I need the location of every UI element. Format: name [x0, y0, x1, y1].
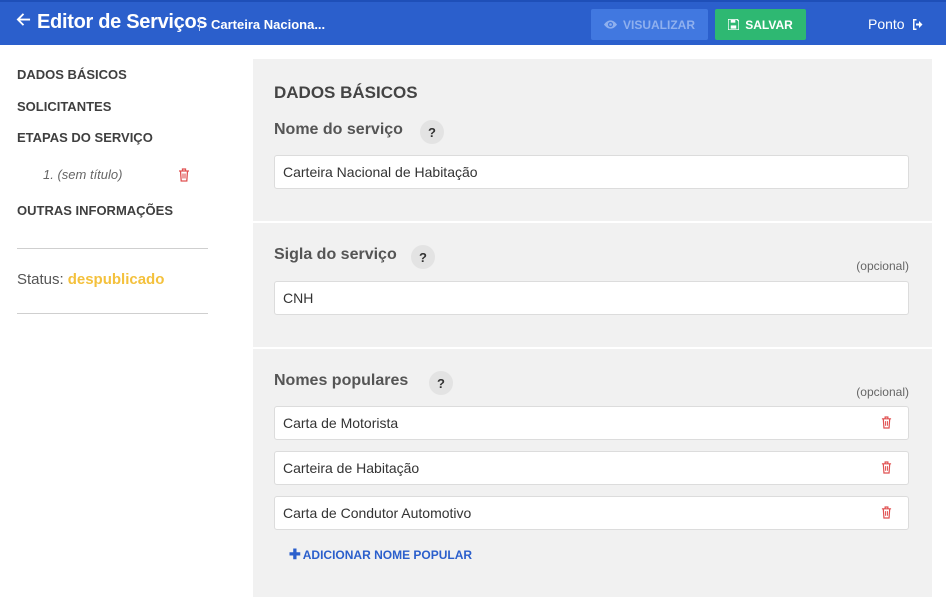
page-title: Editor de Serviços — [37, 11, 208, 33]
service-name-label: Nome do serviço — [274, 121, 403, 138]
floppy-disk-icon — [728, 19, 740, 30]
acronym-panel: Sigla do serviço ? (opcional) — [253, 223, 932, 347]
sidebar-divider — [17, 313, 208, 314]
status-label: Status: — [17, 271, 64, 288]
trash-icon[interactable] — [881, 416, 892, 434]
sign-out-icon — [912, 18, 923, 30]
visualize-label: Visualizar — [623, 17, 695, 32]
trash-icon[interactable] — [881, 461, 892, 479]
acronym-label: Sigla do serviço — [274, 246, 397, 263]
top-bar: Editor de Serviços Carteira Naciona... V… — [0, 0, 946, 45]
popular-name-input[interactable] — [274, 496, 909, 530]
status-line: Status: despublicado — [17, 271, 164, 288]
sidebar-divider — [17, 248, 208, 249]
sidebar-item-etapas[interactable]: ETAPAS DO SERVIÇO — [17, 130, 153, 145]
document-name: Carteira Naciona... — [211, 17, 326, 32]
list-item — [274, 451, 909, 485]
popular-name-input[interactable] — [274, 406, 909, 440]
arrow-left-icon — [16, 13, 31, 26]
add-popular-name-button[interactable]: ✚ ADICIONAR NOME POPULAR — [289, 546, 472, 563]
popular-names-panel: Nomes populares ? (opcional) ✚ ADICIONAR… — [253, 349, 932, 597]
popular-name-input[interactable] — [274, 451, 909, 485]
save-label: Salvar — [745, 17, 793, 32]
help-icon[interactable]: ? — [429, 371, 453, 395]
title-divider — [199, 17, 200, 31]
help-icon[interactable]: ? — [411, 245, 435, 269]
back-button[interactable] — [16, 12, 37, 27]
status-badge: despublicado — [67, 271, 165, 288]
eye-icon — [604, 20, 617, 29]
sidebar-item-solicitantes[interactable]: SOLICITANTES — [17, 99, 111, 114]
sidebar-item-dados-basicos[interactable]: DADOS BÁSICOS — [17, 67, 127, 82]
help-icon[interactable]: ? — [420, 120, 444, 144]
trash-icon[interactable] — [178, 168, 190, 187]
list-item — [274, 496, 909, 530]
optional-label: (opcional) — [856, 259, 909, 273]
user-logout[interactable]: Ponto — [868, 16, 924, 32]
service-name-input[interactable] — [274, 155, 909, 189]
plus-icon: ✚ — [289, 546, 301, 562]
optional-label: (opcional) — [856, 385, 909, 399]
add-popular-name-label: ADICIONAR NOME POPULAR — [302, 547, 473, 562]
sidebar-step-item[interactable]: 1. (sem título) — [43, 167, 122, 182]
acronym-input[interactable] — [274, 281, 909, 315]
list-item — [274, 406, 909, 440]
service-name-panel: DADOS BÁSICOS Nome do serviço ? — [253, 59, 932, 221]
save-button[interactable]: Salvar — [715, 9, 806, 40]
visualize-button[interactable]: Visualizar — [591, 9, 708, 40]
popular-names-label: Nomes populares — [274, 372, 409, 389]
trash-icon[interactable] — [881, 506, 892, 524]
sidebar-item-outras-informacoes[interactable]: OUTRAS INFORMAÇÕES — [17, 203, 173, 218]
section-title: DADOS BÁSICOS — [274, 83, 418, 102]
user-name: Ponto — [868, 16, 905, 32]
